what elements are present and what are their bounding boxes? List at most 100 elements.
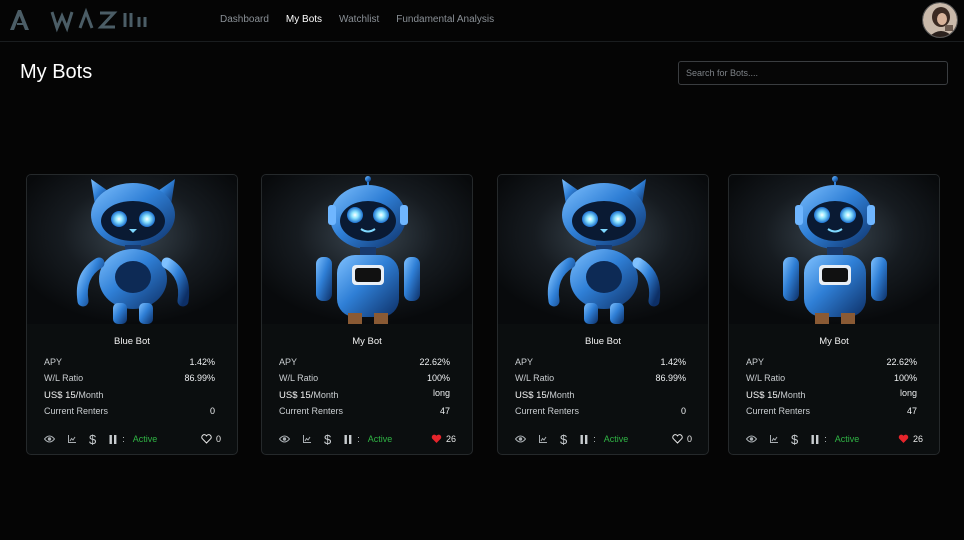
card-actions: $ : Active 26 (279, 432, 456, 447)
apy-label: APY (44, 357, 63, 367)
price-row: US$ 15/Month (44, 390, 215, 401)
price-period: Month (780, 390, 806, 400)
user-avatar[interactable] (922, 2, 958, 38)
wl-ratio-label: W/L Ratio (44, 373, 84, 383)
apy-label: APY (279, 357, 298, 367)
bot-name: Blue Bot (585, 336, 621, 347)
heart-outline-icon (672, 434, 683, 444)
price-row: US$ 15/Month long (279, 388, 450, 401)
apy-value: 22.62% (886, 357, 917, 367)
renters-value: 47 (439, 406, 450, 416)
bot-name: My Bot (819, 336, 849, 347)
status-separator: : (357, 434, 360, 444)
bot-name: My Bot (352, 336, 382, 347)
price-period: Month (549, 390, 575, 400)
renters-label: Current Renters (279, 406, 344, 416)
bot-card[interactable]: Blue Bot APY 1.42% W/L Ratio 86.99% US$ 15… (26, 174, 238, 455)
wl-ratio-label: W/L Ratio (746, 373, 786, 383)
eye-icon[interactable] (746, 435, 757, 443)
apy-row: APY 22.62% (279, 357, 450, 367)
bot-image-antenna-robot (729, 175, 939, 324)
card-actions: $ : Active 0 (515, 432, 692, 447)
apy-row: APY 1.42% (44, 357, 215, 367)
eye-icon[interactable] (44, 435, 55, 443)
price-currency: US$ 15/ (746, 390, 781, 401)
wl-ratio-row: W/L Ratio 100% (746, 373, 917, 383)
price-period: Month (78, 390, 104, 400)
like-button[interactable]: 0 (201, 434, 221, 444)
nav-my-bots[interactable]: My Bots (286, 14, 322, 25)
pause-icon[interactable] (580, 434, 588, 444)
apy-value: 1.42% (189, 357, 215, 367)
apy-row: APY 1.42% (515, 357, 686, 367)
eye-icon[interactable] (515, 435, 526, 443)
wl-ratio-row: W/L Ratio 100% (279, 373, 450, 383)
nav-dashboard[interactable]: Dashboard (220, 14, 269, 25)
price-label: US$ 15/Month (746, 390, 805, 401)
price-currency: US$ 15/ (279, 390, 314, 401)
like-button[interactable]: 26 (898, 434, 923, 444)
bot-card[interactable]: Blue Bot APY 1.42% W/L Ratio 86.99% US$ 15… (497, 174, 709, 455)
term-value: long (899, 388, 917, 398)
price-label: US$ 15/Month (44, 390, 103, 401)
wazii-logo[interactable] (8, 7, 170, 33)
price-currency: US$ 15/ (44, 390, 79, 401)
dollar-icon[interactable]: $ (89, 432, 96, 447)
eye-icon[interactable] (279, 435, 290, 443)
status-separator: : (122, 434, 125, 444)
nav-watchlist[interactable]: Watchlist (339, 14, 379, 25)
wl-ratio-value: 100% (893, 373, 917, 383)
heart-outline-icon (201, 434, 212, 444)
like-count: 26 (912, 434, 923, 444)
status-active: Active (603, 434, 629, 444)
pause-icon[interactable] (109, 434, 117, 444)
bot-image-antenna-robot (262, 175, 472, 324)
pause-icon[interactable] (344, 434, 352, 444)
chart-icon[interactable] (68, 435, 76, 443)
main-nav: Dashboard My Bots Watchlist Fundamental … (220, 14, 494, 25)
heart-filled-icon (431, 434, 442, 443)
like-button[interactable]: 26 (431, 434, 456, 444)
renters-label: Current Renters (515, 406, 580, 416)
renters-row: Current Renters 47 (746, 406, 917, 416)
card-actions: $ : Active 26 (746, 432, 923, 447)
card-actions: $ : Active 0 (44, 432, 221, 447)
chart-icon[interactable] (539, 435, 547, 443)
renters-value: 0 (209, 406, 215, 416)
pause-icon[interactable] (811, 434, 819, 444)
status-active: Active (132, 434, 158, 444)
price-period: Month (313, 390, 339, 400)
bot-image-cat-robot (498, 175, 708, 324)
wl-ratio-label: W/L Ratio (515, 373, 555, 383)
bot-name: Blue Bot (114, 336, 150, 347)
top-nav-bar: Dashboard My Bots Watchlist Fundamental … (0, 0, 964, 42)
chart-icon[interactable] (303, 435, 311, 443)
bot-card[interactable]: My Bot APY 22.62% W/L Ratio 100% US$ 15/Mo… (261, 174, 473, 455)
renters-label: Current Renters (44, 406, 109, 416)
apy-label: APY (515, 357, 534, 367)
like-count: 0 (686, 434, 692, 444)
renters-row: Current Renters 47 (279, 406, 450, 416)
price-currency: US$ 15/ (515, 390, 550, 401)
status-separator: : (824, 434, 827, 444)
like-count: 26 (445, 434, 456, 444)
dollar-icon[interactable]: $ (324, 432, 331, 447)
wl-ratio-value: 86.99% (655, 373, 686, 383)
like-count: 0 (215, 434, 221, 444)
search-bots-input[interactable] (678, 61, 948, 85)
bot-card[interactable]: My Bot APY 22.62% W/L Ratio 100% US$ 15/Mo… (728, 174, 940, 455)
renters-label: Current Renters (746, 406, 811, 416)
term-value: long (432, 388, 450, 398)
chart-icon[interactable] (770, 435, 778, 443)
wl-ratio-row: W/L Ratio 86.99% (44, 373, 215, 383)
dollar-icon[interactable]: $ (791, 432, 798, 447)
wl-ratio-value: 86.99% (184, 373, 215, 383)
apy-value: 1.42% (660, 357, 686, 367)
dollar-icon[interactable]: $ (560, 432, 567, 447)
wl-ratio-value: 100% (426, 373, 450, 383)
apy-label: APY (746, 357, 765, 367)
apy-value: 22.62% (419, 357, 450, 367)
like-button[interactable]: 0 (672, 434, 692, 444)
renters-row: Current Renters 0 (44, 406, 215, 416)
nav-fundamental-analysis[interactable]: Fundamental Analysis (396, 14, 494, 25)
